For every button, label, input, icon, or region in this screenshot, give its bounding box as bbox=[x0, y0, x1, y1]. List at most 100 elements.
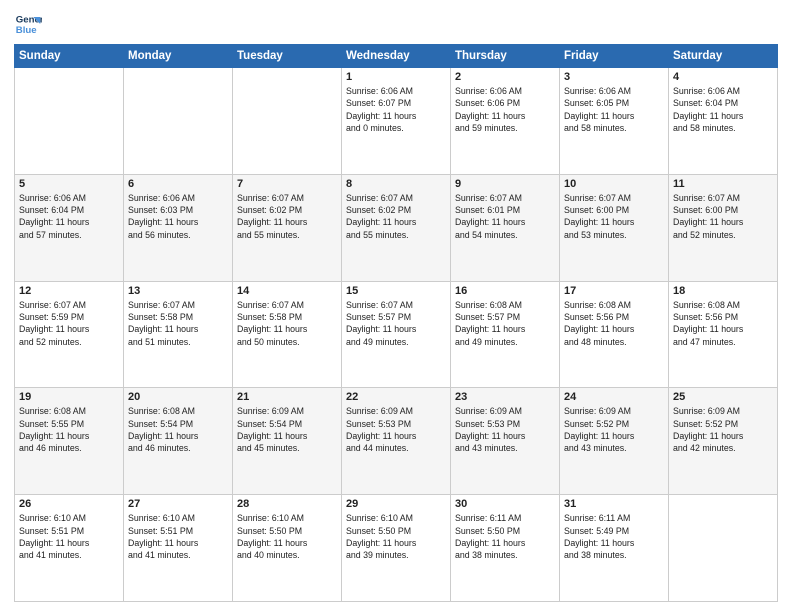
cell-info: Sunrise: 6:07 AM Sunset: 6:02 PM Dayligh… bbox=[346, 192, 446, 241]
weekday-monday: Monday bbox=[124, 45, 233, 68]
day-number: 8 bbox=[346, 178, 446, 190]
cell-info: Sunrise: 6:06 AM Sunset: 6:06 PM Dayligh… bbox=[455, 85, 555, 134]
weekday-wednesday: Wednesday bbox=[342, 45, 451, 68]
weekday-friday: Friday bbox=[560, 45, 669, 68]
header: General Blue bbox=[14, 10, 778, 38]
page: General Blue SundayMondayTuesdayWednesda… bbox=[0, 0, 792, 612]
day-number: 19 bbox=[19, 391, 119, 403]
day-number: 29 bbox=[346, 498, 446, 510]
cell-info: Sunrise: 6:06 AM Sunset: 6:05 PM Dayligh… bbox=[564, 85, 664, 134]
cell-info: Sunrise: 6:10 AM Sunset: 5:51 PM Dayligh… bbox=[19, 512, 119, 561]
calendar-cell bbox=[15, 68, 124, 175]
cell-info: Sunrise: 6:08 AM Sunset: 5:57 PM Dayligh… bbox=[455, 299, 555, 348]
calendar-cell: 19 Sunrise: 6:08 AM Sunset: 5:55 PM Dayli… bbox=[15, 388, 124, 495]
calendar-cell: 1 Sunrise: 6:06 AM Sunset: 6:07 PM Daylig… bbox=[342, 68, 451, 175]
calendar-cell: 9Sunrise: 6:07 AM Sunset: 6:01 PM Daylig… bbox=[451, 174, 560, 281]
calendar-cell: 22 Sunrise: 6:09 AM Sunset: 5:53 PM Dayli… bbox=[342, 388, 451, 495]
cell-info: Sunrise: 6:10 AM Sunset: 5:50 PM Dayligh… bbox=[237, 512, 337, 561]
calendar-cell: 29 Sunrise: 6:10 AM Sunset: 5:50 PM Dayli… bbox=[342, 495, 451, 602]
weekday-header-row: SundayMondayTuesdayWednesdayThursdayFrid… bbox=[15, 45, 778, 68]
cell-info: Sunrise: 6:07 AM Sunset: 6:00 PM Dayligh… bbox=[673, 192, 773, 241]
calendar-cell: 5 Sunrise: 6:06 AM Sunset: 6:04 PM Daylig… bbox=[15, 174, 124, 281]
calendar-cell: 17Sunrise: 6:08 AM Sunset: 5:56 PM Dayli… bbox=[560, 281, 669, 388]
calendar-cell: 21Sunrise: 6:09 AM Sunset: 5:54 PM Dayli… bbox=[233, 388, 342, 495]
calendar-cell bbox=[124, 68, 233, 175]
calendar-cell: 25Sunrise: 6:09 AM Sunset: 5:52 PM Dayli… bbox=[669, 388, 778, 495]
day-number: 22 bbox=[346, 391, 446, 403]
day-number: 1 bbox=[346, 71, 446, 83]
calendar-cell: 23 Sunrise: 6:09 AM Sunset: 5:53 PM Dayli… bbox=[451, 388, 560, 495]
day-number: 11 bbox=[673, 178, 773, 190]
cell-info: Sunrise: 6:10 AM Sunset: 5:50 PM Dayligh… bbox=[346, 512, 446, 561]
calendar-cell: 3 Sunrise: 6:06 AM Sunset: 6:05 PM Daylig… bbox=[560, 68, 669, 175]
calendar-cell: 20 Sunrise: 6:08 AM Sunset: 5:54 PM Dayli… bbox=[124, 388, 233, 495]
day-number: 20 bbox=[128, 391, 228, 403]
weekday-thursday: Thursday bbox=[451, 45, 560, 68]
cell-info: Sunrise: 6:11 AM Sunset: 5:49 PM Dayligh… bbox=[564, 512, 664, 561]
calendar-cell bbox=[233, 68, 342, 175]
calendar-cell: 31 Sunrise: 6:11 AM Sunset: 5:49 PM Dayli… bbox=[560, 495, 669, 602]
day-number: 24 bbox=[564, 391, 664, 403]
cell-info: Sunrise: 6:09 AM Sunset: 5:53 PM Dayligh… bbox=[346, 405, 446, 454]
cell-info: Sunrise: 6:07 AM Sunset: 6:00 PM Dayligh… bbox=[564, 192, 664, 241]
day-number: 7 bbox=[237, 178, 337, 190]
cell-info: Sunrise: 6:07 AM Sunset: 5:58 PM Dayligh… bbox=[128, 299, 228, 348]
calendar-cell: 10 Sunrise: 6:07 AM Sunset: 6:00 PM Dayli… bbox=[560, 174, 669, 281]
calendar-cell: 4 Sunrise: 6:06 AM Sunset: 6:04 PM Daylig… bbox=[669, 68, 778, 175]
cell-info: Sunrise: 6:07 AM Sunset: 5:58 PM Dayligh… bbox=[237, 299, 337, 348]
day-number: 31 bbox=[564, 498, 664, 510]
cell-info: Sunrise: 6:06 AM Sunset: 6:03 PM Dayligh… bbox=[128, 192, 228, 241]
week-row-2: 5 Sunrise: 6:06 AM Sunset: 6:04 PM Daylig… bbox=[15, 174, 778, 281]
cell-info: Sunrise: 6:07 AM Sunset: 6:01 PM Dayligh… bbox=[455, 192, 555, 241]
cell-info: Sunrise: 6:09 AM Sunset: 5:52 PM Dayligh… bbox=[564, 405, 664, 454]
calendar-cell: 28 Sunrise: 6:10 AM Sunset: 5:50 PM Dayli… bbox=[233, 495, 342, 602]
cell-info: Sunrise: 6:08 AM Sunset: 5:56 PM Dayligh… bbox=[564, 299, 664, 348]
week-row-3: 12Sunrise: 6:07 AM Sunset: 5:59 PM Dayli… bbox=[15, 281, 778, 388]
day-number: 18 bbox=[673, 285, 773, 297]
day-number: 5 bbox=[19, 178, 119, 190]
cell-info: Sunrise: 6:07 AM Sunset: 5:57 PM Dayligh… bbox=[346, 299, 446, 348]
cell-info: Sunrise: 6:06 AM Sunset: 6:04 PM Dayligh… bbox=[19, 192, 119, 241]
day-number: 23 bbox=[455, 391, 555, 403]
day-number: 14 bbox=[237, 285, 337, 297]
day-number: 16 bbox=[455, 285, 555, 297]
calendar-cell: 16 Sunrise: 6:08 AM Sunset: 5:57 PM Dayli… bbox=[451, 281, 560, 388]
day-number: 2 bbox=[455, 71, 555, 83]
cell-info: Sunrise: 6:08 AM Sunset: 5:55 PM Dayligh… bbox=[19, 405, 119, 454]
calendar-cell: 14 Sunrise: 6:07 AM Sunset: 5:58 PM Dayli… bbox=[233, 281, 342, 388]
calendar-cell: 30 Sunrise: 6:11 AM Sunset: 5:50 PM Dayli… bbox=[451, 495, 560, 602]
week-row-4: 19 Sunrise: 6:08 AM Sunset: 5:55 PM Dayli… bbox=[15, 388, 778, 495]
day-number: 3 bbox=[564, 71, 664, 83]
week-row-1: 1 Sunrise: 6:06 AM Sunset: 6:07 PM Daylig… bbox=[15, 68, 778, 175]
cell-info: Sunrise: 6:10 AM Sunset: 5:51 PM Dayligh… bbox=[128, 512, 228, 561]
calendar-cell: 13 Sunrise: 6:07 AM Sunset: 5:58 PM Dayli… bbox=[124, 281, 233, 388]
cell-info: Sunrise: 6:08 AM Sunset: 5:54 PM Dayligh… bbox=[128, 405, 228, 454]
day-number: 28 bbox=[237, 498, 337, 510]
day-number: 27 bbox=[128, 498, 228, 510]
weekday-tuesday: Tuesday bbox=[233, 45, 342, 68]
logo-icon: General Blue bbox=[14, 10, 42, 38]
day-number: 6 bbox=[128, 178, 228, 190]
day-number: 12 bbox=[19, 285, 119, 297]
day-number: 25 bbox=[673, 391, 773, 403]
day-number: 4 bbox=[673, 71, 773, 83]
cell-info: Sunrise: 6:06 AM Sunset: 6:04 PM Dayligh… bbox=[673, 85, 773, 134]
calendar-cell: 15Sunrise: 6:07 AM Sunset: 5:57 PM Dayli… bbox=[342, 281, 451, 388]
cell-info: Sunrise: 6:11 AM Sunset: 5:50 PM Dayligh… bbox=[455, 512, 555, 561]
cell-info: Sunrise: 6:09 AM Sunset: 5:53 PM Dayligh… bbox=[455, 405, 555, 454]
day-number: 13 bbox=[128, 285, 228, 297]
calendar-cell bbox=[669, 495, 778, 602]
weekday-sunday: Sunday bbox=[15, 45, 124, 68]
calendar-cell: 8 Sunrise: 6:07 AM Sunset: 6:02 PM Daylig… bbox=[342, 174, 451, 281]
day-number: 21 bbox=[237, 391, 337, 403]
calendar-cell: 24 Sunrise: 6:09 AM Sunset: 5:52 PM Dayli… bbox=[560, 388, 669, 495]
calendar-cell: 11 Sunrise: 6:07 AM Sunset: 6:00 PM Dayli… bbox=[669, 174, 778, 281]
svg-text:Blue: Blue bbox=[16, 25, 37, 36]
day-number: 10 bbox=[564, 178, 664, 190]
calendar-table: SundayMondayTuesdayWednesdayThursdayFrid… bbox=[14, 44, 778, 602]
calendar-cell: 12Sunrise: 6:07 AM Sunset: 5:59 PM Dayli… bbox=[15, 281, 124, 388]
day-number: 30 bbox=[455, 498, 555, 510]
cell-info: Sunrise: 6:07 AM Sunset: 6:02 PM Dayligh… bbox=[237, 192, 337, 241]
cell-info: Sunrise: 6:06 AM Sunset: 6:07 PM Dayligh… bbox=[346, 85, 446, 134]
calendar-cell: 18Sunrise: 6:08 AM Sunset: 5:56 PM Dayli… bbox=[669, 281, 778, 388]
